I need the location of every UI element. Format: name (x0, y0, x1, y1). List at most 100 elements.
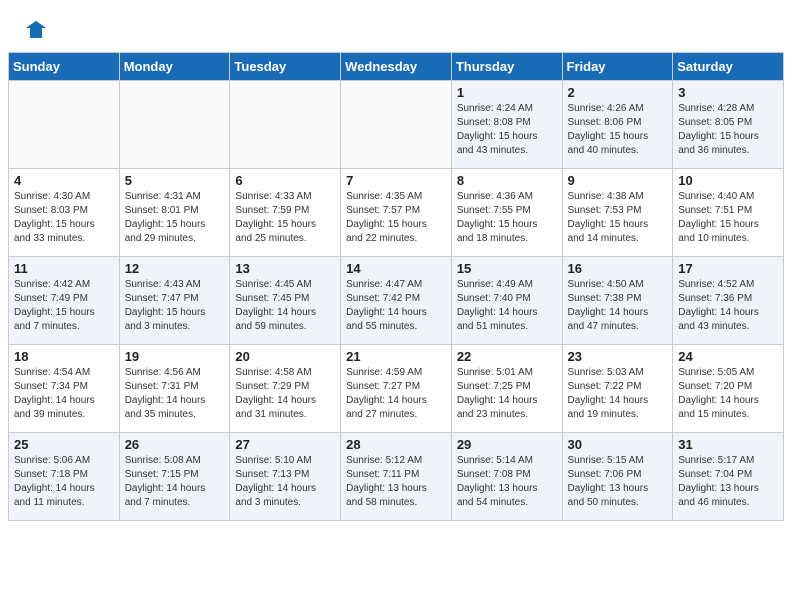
calendar-day-cell: 5 Sunrise: 4:31 AM Sunset: 8:01 PM Daylig… (119, 169, 230, 257)
calendar-table: SundayMondayTuesdayWednesdayThursdayFrid… (8, 52, 784, 521)
calendar-day-cell: 14 Sunrise: 4:47 AM Sunset: 7:42 PM Dayli… (341, 257, 452, 345)
day-number: 7 (346, 173, 446, 188)
calendar-day-cell: 20Sunrise: 4:58 AM Sunset: 7:29 PM Dayli… (230, 345, 341, 433)
day-info: Sunrise: 4:50 AM Sunset: 7:38 PM Dayligh… (568, 278, 668, 334)
day-number: 17 (678, 261, 778, 276)
calendar-day-cell: 16 Sunrise: 4:50 AM Sunset: 7:38 PM Dayli… (562, 257, 673, 345)
calendar-day-cell: 17 Sunrise: 4:52 AM Sunset: 7:36 PM Dayli… (673, 257, 784, 345)
calendar-week-row: 25Sunrise: 5:06 AM Sunset: 7:18 PM Dayli… (9, 433, 784, 521)
day-of-week-header: Monday (119, 53, 230, 81)
calendar-week-row: 11Sunrise: 4:42 AM Sunset: 7:49 PM Dayli… (9, 257, 784, 345)
calendar-day-cell: 11Sunrise: 4:42 AM Sunset: 7:49 PM Dayli… (9, 257, 120, 345)
calendar-day-cell: 7 Sunrise: 4:35 AM Sunset: 7:57 PM Daylig… (341, 169, 452, 257)
day-number: 26 (125, 437, 225, 452)
day-info: Sunrise: 4:56 AM Sunset: 7:31 PM Dayligh… (125, 366, 225, 422)
calendar-day-cell: 9Sunrise: 4:38 AM Sunset: 7:53 PM Daylig… (562, 169, 673, 257)
day-number: 2 (568, 85, 668, 100)
day-info: Sunrise: 4:45 AM Sunset: 7:45 PM Dayligh… (235, 278, 335, 334)
day-info: Sunrise: 4:47 AM Sunset: 7:42 PM Dayligh… (346, 278, 446, 334)
day-of-week-header: Saturday (673, 53, 784, 81)
day-info: Sunrise: 4:43 AM Sunset: 7:47 PM Dayligh… (125, 278, 225, 334)
calendar-week-row: 18 Sunrise: 4:54 AM Sunset: 7:34 PM Dayli… (9, 345, 784, 433)
calendar-week-row: 1 Sunrise: 4:24 AM Sunset: 8:08 PM Daylig… (9, 81, 784, 169)
day-number: 18 (14, 349, 114, 364)
day-number: 19 (125, 349, 225, 364)
day-info: Sunrise: 5:01 AM Sunset: 7:25 PM Dayligh… (457, 366, 557, 422)
day-number: 13 (235, 261, 335, 276)
logo (24, 18, 52, 42)
calendar-day-cell: 6 Sunrise: 4:33 AM Sunset: 7:59 PM Daylig… (230, 169, 341, 257)
day-of-week-header: Sunday (9, 53, 120, 81)
day-number: 8 (457, 173, 557, 188)
calendar-day-cell: 31 Sunrise: 5:17 AM Sunset: 7:04 PM Dayli… (673, 433, 784, 521)
day-number: 14 (346, 261, 446, 276)
day-number: 6 (235, 173, 335, 188)
calendar-day-cell: 28 Sunrise: 5:12 AM Sunset: 7:11 PM Dayli… (341, 433, 452, 521)
day-info: Sunrise: 5:10 AM Sunset: 7:13 PM Dayligh… (235, 454, 335, 510)
calendar-day-cell: 23 Sunrise: 5:03 AM Sunset: 7:22 PM Dayli… (562, 345, 673, 433)
calendar-day-cell: 22 Sunrise: 5:01 AM Sunset: 7:25 PM Dayli… (451, 345, 562, 433)
day-info: Sunrise: 4:40 AM Sunset: 7:51 PM Dayligh… (678, 190, 778, 246)
calendar-week-row: 4 Sunrise: 4:30 AM Sunset: 8:03 PM Daylig… (9, 169, 784, 257)
day-info: Sunrise: 5:05 AM Sunset: 7:20 PM Dayligh… (678, 366, 778, 422)
day-info: Sunrise: 5:14 AM Sunset: 7:08 PM Dayligh… (457, 454, 557, 510)
day-number: 5 (125, 173, 225, 188)
day-info: Sunrise: 4:30 AM Sunset: 8:03 PM Dayligh… (14, 190, 114, 246)
calendar-day-cell (119, 81, 230, 169)
day-info: Sunrise: 4:36 AM Sunset: 7:55 PM Dayligh… (457, 190, 557, 246)
calendar-day-cell: 24 Sunrise: 5:05 AM Sunset: 7:20 PM Dayli… (673, 345, 784, 433)
calendar-day-cell: 19 Sunrise: 4:56 AM Sunset: 7:31 PM Dayli… (119, 345, 230, 433)
calendar-day-cell: 4 Sunrise: 4:30 AM Sunset: 8:03 PM Daylig… (9, 169, 120, 257)
day-info: Sunrise: 4:52 AM Sunset: 7:36 PM Dayligh… (678, 278, 778, 334)
day-info: Sunrise: 4:31 AM Sunset: 8:01 PM Dayligh… (125, 190, 225, 246)
calendar-day-cell: 27 Sunrise: 5:10 AM Sunset: 7:13 PM Dayli… (230, 433, 341, 521)
day-info: Sunrise: 4:58 AM Sunset: 7:29 PM Dayligh… (235, 366, 335, 422)
logo-icon (24, 18, 48, 42)
day-number: 27 (235, 437, 335, 452)
calendar-day-cell (341, 81, 452, 169)
day-number: 23 (568, 349, 668, 364)
day-number: 30 (568, 437, 668, 452)
day-number: 31 (678, 437, 778, 452)
day-info: Sunrise: 4:24 AM Sunset: 8:08 PM Dayligh… (457, 102, 557, 158)
day-number: 3 (678, 85, 778, 100)
day-info: Sunrise: 5:17 AM Sunset: 7:04 PM Dayligh… (678, 454, 778, 510)
day-of-week-header: Wednesday (341, 53, 452, 81)
calendar-day-cell: 1 Sunrise: 4:24 AM Sunset: 8:08 PM Daylig… (451, 81, 562, 169)
day-info: Sunrise: 4:54 AM Sunset: 7:34 PM Dayligh… (14, 366, 114, 422)
day-header-row: SundayMondayTuesdayWednesdayThursdayFrid… (9, 53, 784, 81)
day-of-week-header: Friday (562, 53, 673, 81)
calendar-day-cell: 26 Sunrise: 5:08 AM Sunset: 7:15 PM Dayli… (119, 433, 230, 521)
calendar-day-cell: 13 Sunrise: 4:45 AM Sunset: 7:45 PM Dayli… (230, 257, 341, 345)
calendar-day-cell: 10Sunrise: 4:40 AM Sunset: 7:51 PM Dayli… (673, 169, 784, 257)
day-number: 4 (14, 173, 114, 188)
calendar-day-cell: 2 Sunrise: 4:26 AM Sunset: 8:06 PM Daylig… (562, 81, 673, 169)
day-info: Sunrise: 4:33 AM Sunset: 7:59 PM Dayligh… (235, 190, 335, 246)
calendar-day-cell: 12 Sunrise: 4:43 AM Sunset: 7:47 PM Dayli… (119, 257, 230, 345)
day-number: 24 (678, 349, 778, 364)
calendar-day-cell: 3 Sunrise: 4:28 AM Sunset: 8:05 PM Daylig… (673, 81, 784, 169)
day-info: Sunrise: 4:26 AM Sunset: 8:06 PM Dayligh… (568, 102, 668, 158)
day-info: Sunrise: 5:03 AM Sunset: 7:22 PM Dayligh… (568, 366, 668, 422)
day-info: Sunrise: 4:35 AM Sunset: 7:57 PM Dayligh… (346, 190, 446, 246)
day-number: 22 (457, 349, 557, 364)
day-number: 28 (346, 437, 446, 452)
day-number: 12 (125, 261, 225, 276)
day-info: Sunrise: 5:08 AM Sunset: 7:15 PM Dayligh… (125, 454, 225, 510)
day-info: Sunrise: 4:38 AM Sunset: 7:53 PM Dayligh… (568, 190, 668, 246)
calendar-day-cell (230, 81, 341, 169)
calendar-day-cell: 18 Sunrise: 4:54 AM Sunset: 7:34 PM Dayli… (9, 345, 120, 433)
day-info: Sunrise: 5:06 AM Sunset: 7:18 PM Dayligh… (14, 454, 114, 510)
day-info: Sunrise: 4:28 AM Sunset: 8:05 PM Dayligh… (678, 102, 778, 158)
day-info: Sunrise: 4:49 AM Sunset: 7:40 PM Dayligh… (457, 278, 557, 334)
day-of-week-header: Thursday (451, 53, 562, 81)
day-info: Sunrise: 4:59 AM Sunset: 7:27 PM Dayligh… (346, 366, 446, 422)
calendar-day-cell: 15Sunrise: 4:49 AM Sunset: 7:40 PM Dayli… (451, 257, 562, 345)
day-info: Sunrise: 5:15 AM Sunset: 7:06 PM Dayligh… (568, 454, 668, 510)
calendar-day-cell: 25Sunrise: 5:06 AM Sunset: 7:18 PM Dayli… (9, 433, 120, 521)
day-info: Sunrise: 5:12 AM Sunset: 7:11 PM Dayligh… (346, 454, 446, 510)
calendar-day-cell: 8 Sunrise: 4:36 AM Sunset: 7:55 PM Daylig… (451, 169, 562, 257)
day-number: 16 (568, 261, 668, 276)
day-number: 1 (457, 85, 557, 100)
day-of-week-header: Tuesday (230, 53, 341, 81)
